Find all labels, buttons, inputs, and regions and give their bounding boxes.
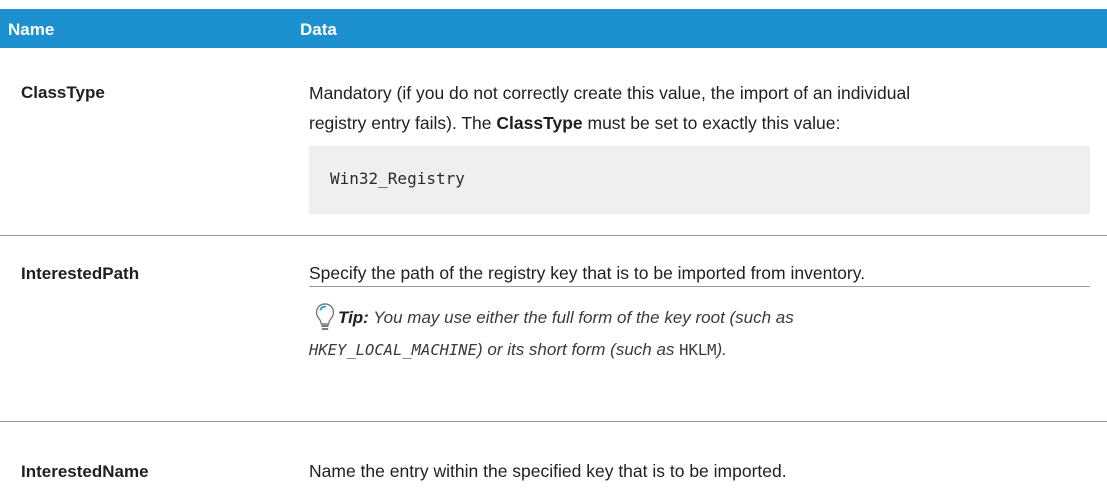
term-interestedpath: InterestedPath	[21, 264, 140, 283]
column-header-name: Name	[8, 20, 55, 39]
tip-text-line2: HKEY_LOCAL_MACHINE) or its short form (s…	[309, 340, 1090, 360]
description-interestedname: Name the entry within the specified key …	[309, 461, 787, 481]
code-classtype-value: Win32_Registry	[330, 169, 465, 188]
code-block-classtype: Win32_Registry	[309, 146, 1090, 214]
tip-code-short-form: HKLM	[679, 341, 717, 359]
tip-code-long-form: HKEY_LOCAL_MACHINE	[309, 341, 477, 359]
term-classtype: ClassType	[21, 83, 105, 102]
tip-text-line1: Tip: You may use either the full form of…	[338, 308, 1090, 328]
description-classtype: Mandatory (if you do not correctly creat…	[309, 78, 1099, 138]
description-classtype-emphasis: ClassType	[496, 113, 583, 133]
description-classtype-line1: Mandatory (if you do not correctly creat…	[309, 83, 911, 103]
tip-end-text: ).	[716, 340, 727, 359]
description-classtype-line2-pre: registry entry fails). The	[309, 113, 497, 133]
registry-properties-table: Name Data ClassType Mandatory (if you do…	[0, 0, 1107, 496]
description-classtype-line2: registry entry fails). The ClassType mus…	[309, 108, 1099, 138]
tip-line1-text: You may use either the full form of the …	[368, 308, 794, 327]
tip-divider	[309, 286, 1090, 287]
row-divider	[0, 421, 1107, 422]
table-header-row: Name Data	[0, 9, 1107, 48]
tip-mid-text: ) or its short form (such as	[476, 340, 680, 359]
description-classtype-line2-post: must be set to exactly this value:	[582, 113, 841, 133]
term-interestedname: InterestedName	[21, 462, 149, 481]
lightbulb-icon	[314, 302, 336, 332]
row-divider	[0, 235, 1107, 236]
tip-label: Tip:	[338, 308, 369, 327]
description-interestedpath: Specify the path of the registry key tha…	[309, 263, 866, 283]
column-header-data: Data	[300, 20, 337, 39]
